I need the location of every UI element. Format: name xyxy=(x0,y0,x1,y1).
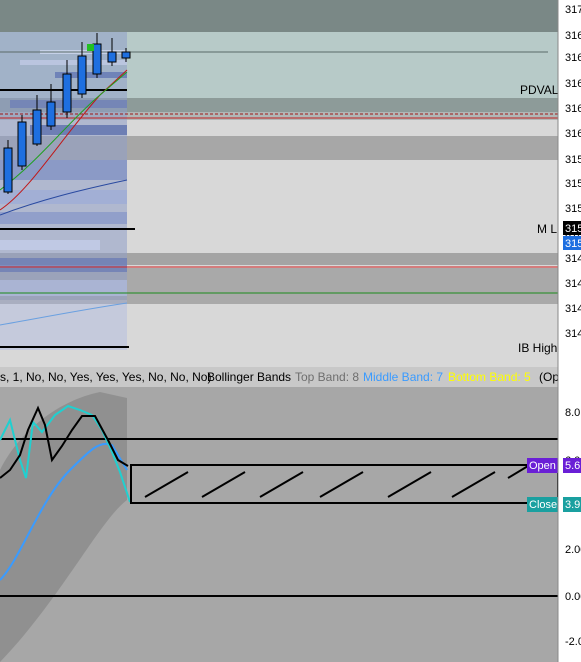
candle[interactable] xyxy=(77,55,87,95)
price-tick-label: 314 xyxy=(565,253,581,265)
price-tick-label: 316 xyxy=(565,52,581,64)
candle[interactable] xyxy=(17,121,27,167)
middle-band-label: Middle Band: 7 xyxy=(363,370,443,384)
close-value: 3.9 xyxy=(565,499,580,511)
candle[interactable] xyxy=(62,73,72,113)
candle[interactable] xyxy=(46,101,56,127)
price-tick-label: 314 xyxy=(565,303,581,315)
indicator-params: s, 1, No, No, Yes, Yes, Yes, No, No, No) xyxy=(0,370,211,384)
green-marker xyxy=(87,44,94,51)
open-value: 5.6 xyxy=(565,460,580,472)
candle[interactable] xyxy=(107,51,117,63)
indicator-tick-label: -2.0 xyxy=(565,636,581,648)
candle[interactable] xyxy=(92,43,102,75)
close-label: Close xyxy=(529,499,557,511)
indicator-header: s, 1, No, No, Yes, Yes, Yes, No, No, No)… xyxy=(0,367,559,387)
chart-window: PDVAL M L IB High s, 1, No, No, Yes, Yes… xyxy=(0,0,581,662)
price-axis[interactable]: 317 316 316 316 316 316 315 315 315 315 314 314 314 3… xyxy=(557,0,581,662)
indicator-name: Bollinger Bands xyxy=(207,370,291,384)
price-tick-label: 316 xyxy=(565,30,581,42)
candle[interactable] xyxy=(121,51,131,59)
candle[interactable] xyxy=(3,147,13,193)
chart-canvas[interactable]: PDVAL M L IB High s, 1, No, No, Yes, Yes… xyxy=(0,0,581,662)
price-tick-label: 316 xyxy=(565,103,581,115)
price-tick-label: 316 xyxy=(565,128,581,140)
value-area-top-shade xyxy=(0,0,558,32)
indicator-tick-label: 0.00 xyxy=(565,591,581,603)
current-price-text: 315 xyxy=(565,223,581,235)
price-tick-label: 315 xyxy=(565,154,581,166)
price-tick-label: 315 xyxy=(565,178,581,190)
header-tail: (Op xyxy=(539,370,559,384)
indicator-tick-label: 2.00 xyxy=(565,544,581,556)
price-tick-label: 315 xyxy=(565,203,581,215)
top-band-label: Top Band: 8 xyxy=(295,370,359,384)
price-tick-label: 314 xyxy=(565,328,581,340)
candle[interactable] xyxy=(32,109,42,145)
bottom-band-label: Bottom Band: 5 xyxy=(448,370,531,384)
indicator-tick-label: 8.0 xyxy=(565,407,580,419)
indicator-pane[interactable]: Open Close xyxy=(0,387,563,662)
current-price-text-2: 315 xyxy=(565,238,581,250)
ib-high-label: IB High xyxy=(518,341,557,355)
open-label: Open xyxy=(529,460,556,472)
price-tick-label: 314 xyxy=(565,278,581,290)
price-tick-label: 317 xyxy=(565,4,581,16)
price-tick-label: 316 xyxy=(565,78,581,90)
ml-label: M L xyxy=(537,222,557,236)
price-pane[interactable]: PDVAL M L IB High xyxy=(0,0,559,367)
pdval-label: PDVAL xyxy=(520,83,559,97)
